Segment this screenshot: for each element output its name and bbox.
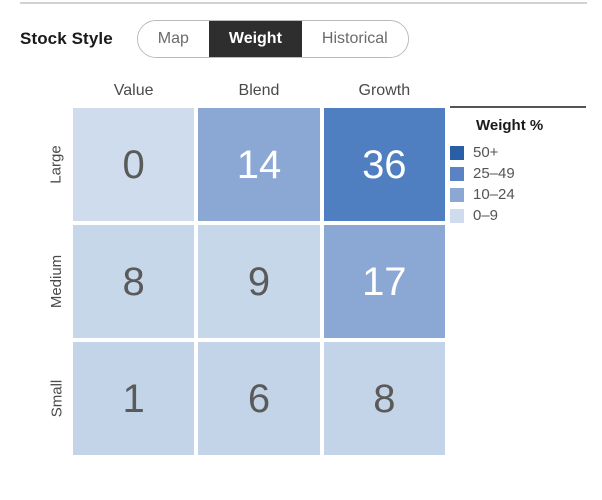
row-label-medium-text: Medium — [48, 254, 66, 309]
column-header-growth: Growth — [358, 82, 411, 99]
legend-item-10-24: 10–24 — [450, 184, 590, 205]
tab-map[interactable]: Map — [137, 21, 209, 57]
heatmap-cell-large-growth[interactable]: 36 — [323, 108, 445, 221]
legend-title: Weight % — [476, 117, 544, 134]
legend-label: 0–9 — [473, 207, 499, 224]
legend-items: 50+ 25–49 10–24 0–9 — [450, 142, 590, 226]
legend-swatch-icon — [450, 145, 464, 160]
column-header-value: Value — [113, 82, 154, 99]
heatmap-cell-medium-value[interactable]: 8 — [73, 225, 195, 338]
legend-item-0-9: 0–9 — [450, 205, 590, 226]
panel-header: Stock Style Map Weight Historical — [20, 20, 409, 58]
legend-item-50-plus: 50+ — [450, 142, 590, 163]
heatmap-grid: 0 14 36 8 9 17 1 6 8 — [73, 108, 445, 455]
tab-weight[interactable]: Weight — [208, 21, 302, 57]
row-label-small: Small — [40, 342, 73, 455]
heatmap-cell-medium-growth[interactable]: 17 — [323, 225, 445, 338]
legend-label: 10–24 — [473, 186, 515, 203]
column-header-row: Value Blend Growth — [73, 78, 445, 104]
heatmap-cell-small-growth[interactable]: 8 — [323, 342, 445, 455]
legend-divider — [450, 106, 586, 108]
heatmap-row-medium: 8 9 17 — [73, 225, 445, 338]
legend-label: 50+ — [473, 144, 499, 161]
row-label-column: Large Medium Small — [40, 108, 73, 455]
style-box-chart: Value Blend Growth Large Medium Small 0 — [20, 78, 586, 478]
legend-swatch-icon — [450, 187, 464, 202]
column-header-blend: Blend — [238, 82, 280, 99]
row-label-large: Large — [40, 108, 73, 221]
heatmap-cell-small-blend[interactable]: 6 — [198, 342, 320, 455]
matrix-body: Large Medium Small 0 14 36 8 9 17 1 6 8 — [40, 108, 445, 455]
heatmap-cell-large-value[interactable]: 0 — [73, 108, 195, 221]
legend-swatch-icon — [450, 208, 464, 223]
view-mode-segmented-control[interactable]: Map Weight Historical — [136, 20, 409, 58]
legend-item-25-49: 25–49 — [450, 163, 590, 184]
heatmap-row-large: 0 14 36 — [73, 108, 445, 221]
legend-label: 25–49 — [473, 165, 515, 182]
heatmap-row-small: 1 6 8 — [73, 342, 445, 455]
page-title: Stock Style — [20, 29, 113, 48]
style-box-matrix: Value Blend Growth Large Medium Small 0 — [40, 78, 445, 455]
legend: Weight % 50+ 25–49 10–24 0–9 — [450, 106, 590, 226]
row-label-small-text: Small — [48, 379, 66, 418]
legend-swatch-icon — [450, 166, 464, 181]
heatmap-cell-large-blend[interactable]: 14 — [198, 108, 320, 221]
row-label-large-text: Large — [48, 145, 65, 184]
heatmap-cell-small-value[interactable]: 1 — [73, 342, 195, 455]
row-label-medium: Medium — [40, 225, 73, 338]
tab-historical[interactable]: Historical — [301, 21, 408, 57]
panel-top-divider — [20, 2, 587, 4]
heatmap-cell-medium-blend[interactable]: 9 — [198, 225, 320, 338]
